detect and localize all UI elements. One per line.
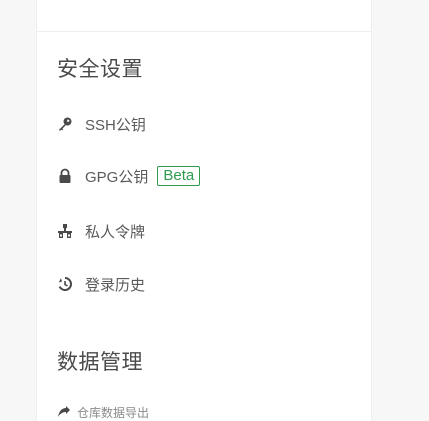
token-icon <box>57 223 73 239</box>
key-icon <box>57 116 73 132</box>
sidebar-item-login-history[interactable]: 登录历史 <box>57 273 145 295</box>
top-divider <box>37 31 371 32</box>
security-section-title: 安全设置 <box>57 58 143 81</box>
sidebar-item-label: 私人令牌 <box>85 223 146 241</box>
history-icon <box>57 276 73 292</box>
sidebar-item-label: 仓库数据导出 <box>77 405 150 420</box>
sidebar-item-label: SSH公钥 <box>85 116 146 134</box>
sidebar-item-ssh-keys[interactable]: SSH公钥 <box>57 113 146 135</box>
sidebar-item-private-tokens[interactable]: 私人令牌 <box>57 220 145 242</box>
sidebar-item-label: GPG公钥 <box>85 168 149 186</box>
lock-icon <box>57 168 73 184</box>
sidebar-item-gpg-keys[interactable]: GPG公钥 Beta <box>57 165 201 187</box>
sidebar-item-repo-export[interactable]: 仓库数据导出 <box>57 403 149 421</box>
settings-sidebar: 安全设置 SSH公钥 GPG公钥 Beta 私人令牌 登录历史 数据管理 仓库数… <box>36 0 372 421</box>
beta-badge: Beta <box>157 166 201 186</box>
sidebar-item-label: 登录历史 <box>85 276 146 294</box>
data-section-title: 数据管理 <box>57 351 143 374</box>
export-icon <box>57 405 71 419</box>
